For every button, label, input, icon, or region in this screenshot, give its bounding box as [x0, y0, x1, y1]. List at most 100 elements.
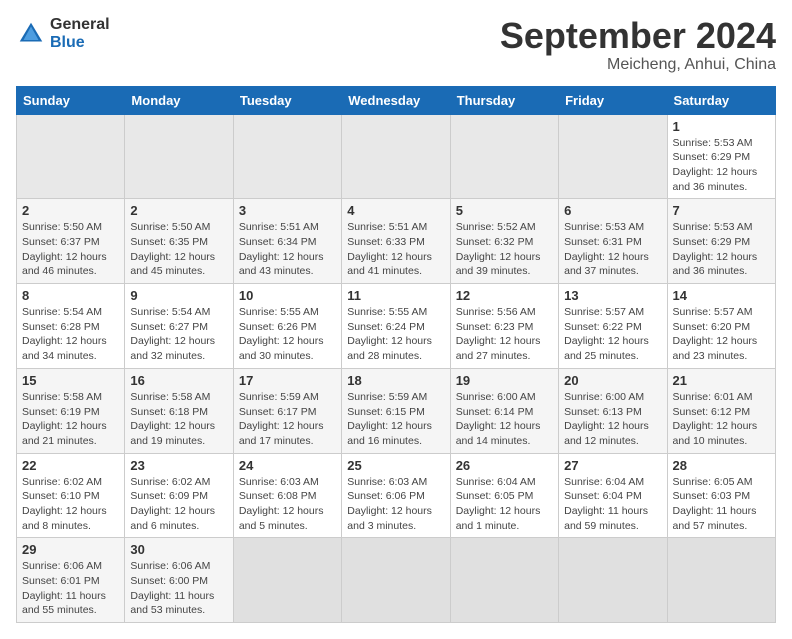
- day-number: 17: [239, 373, 336, 388]
- day-info: Sunrise: 5:56 AMSunset: 6:23 PMDaylight:…: [456, 305, 553, 364]
- calendar-cell: 26Sunrise: 6:04 AMSunset: 6:05 PMDayligh…: [450, 453, 558, 538]
- day-info: Sunrise: 6:03 AMSunset: 6:06 PMDaylight:…: [347, 475, 444, 534]
- title-block: September 2024 Meicheng, Anhui, China: [500, 16, 776, 74]
- day-number: 18: [347, 373, 444, 388]
- day-number: 28: [673, 458, 770, 473]
- day-info: Sunrise: 6:03 AMSunset: 6:08 PMDaylight:…: [239, 475, 336, 534]
- day-number: 27: [564, 458, 661, 473]
- day-number: 15: [22, 373, 119, 388]
- day-number: 2: [130, 203, 227, 218]
- logo-text: General Blue: [50, 16, 110, 51]
- calendar-cell: [559, 538, 667, 623]
- logo: General Blue: [16, 16, 110, 51]
- day-number: 6: [564, 203, 661, 218]
- calendar-cell: 29 Sunrise: 6:06 AMSunset: 6:01 PMDayligh…: [17, 538, 125, 623]
- calendar-cell: 9 Sunrise: 5:54 AMSunset: 6:27 PMDaylight…: [125, 284, 233, 369]
- day-number: 10: [239, 288, 336, 303]
- logo-icon: [16, 19, 46, 49]
- day-info: Sunrise: 6:01 AMSunset: 6:12 PMDaylight:…: [673, 390, 770, 449]
- day-info: Sunrise: 5:54 AMSunset: 6:27 PMDaylight:…: [130, 305, 227, 364]
- calendar-cell: 11Sunrise: 5:55 AMSunset: 6:24 PMDayligh…: [342, 284, 450, 369]
- day-info: Sunrise: 5:57 AMSunset: 6:20 PMDaylight:…: [673, 305, 770, 364]
- calendar-cell: 10Sunrise: 5:55 AMSunset: 6:26 PMDayligh…: [233, 284, 341, 369]
- calendar-row: 29 Sunrise: 6:06 AMSunset: 6:01 PMDayligh…: [17, 538, 776, 623]
- day-number: 8: [22, 288, 119, 303]
- day-number: 30: [130, 542, 227, 557]
- calendar-cell: 3 Sunrise: 5:51 AMSunset: 6:34 PMDaylight…: [233, 199, 341, 284]
- day-info: Sunrise: 5:58 AMSunset: 6:19 PMDaylight:…: [22, 390, 119, 449]
- page-header: General Blue September 2024 Meicheng, An…: [16, 16, 776, 74]
- calendar-row: 8 Sunrise: 5:54 AMSunset: 6:28 PMDaylight…: [17, 284, 776, 369]
- day-info: Sunrise: 5:59 AMSunset: 6:15 PMDaylight:…: [347, 390, 444, 449]
- day-info: Sunrise: 5:54 AMSunset: 6:28 PMDaylight:…: [22, 305, 119, 364]
- day-info: Sunrise: 5:57 AMSunset: 6:22 PMDaylight:…: [564, 305, 661, 364]
- calendar-header-row: Sunday Monday Tuesday Wednesday Thursday…: [17, 86, 776, 114]
- day-number: 3: [239, 203, 336, 218]
- calendar-row: 15 Sunrise: 5:58 AMSunset: 6:19 PMDayligh…: [17, 368, 776, 453]
- col-thursday: Thursday: [450, 86, 558, 114]
- day-number: 14: [673, 288, 770, 303]
- calendar-cell: 8 Sunrise: 5:54 AMSunset: 6:28 PMDaylight…: [17, 284, 125, 369]
- calendar-row: 2 Sunrise: 5:50 AMSunset: 6:37 PMDaylight…: [17, 199, 776, 284]
- calendar-cell: 13 Sunrise: 5:57 AMSunset: 6:22 PMDayligh…: [559, 284, 667, 369]
- day-info: Sunrise: 5:53 AMSunset: 6:31 PMDaylight:…: [564, 220, 661, 279]
- month-title: September 2024: [500, 16, 776, 56]
- calendar-cell: 2Sunrise: 5:50 AMSunset: 6:37 PMDaylight…: [17, 199, 125, 284]
- calendar-cell: 28 Sunrise: 6:05 AMSunset: 6:03 PMDayligh…: [667, 453, 775, 538]
- calendar-cell: 7Sunrise: 5:53 AMSunset: 6:29 PMDaylight…: [667, 199, 775, 284]
- calendar-cell: 27Sunrise: 6:04 AMSunset: 6:04 PMDayligh…: [559, 453, 667, 538]
- day-info: Sunrise: 5:51 AMSunset: 6:33 PMDaylight:…: [347, 220, 444, 279]
- day-number: 25: [347, 458, 444, 473]
- calendar-cell: 15 Sunrise: 5:58 AMSunset: 6:19 PMDayligh…: [17, 368, 125, 453]
- day-info: Sunrise: 5:52 AMSunset: 6:32 PMDaylight:…: [456, 220, 553, 279]
- calendar-cell: 2 Sunrise: 5:50 AMSunset: 6:35 PMDaylight…: [125, 199, 233, 284]
- calendar-cell: [342, 538, 450, 623]
- calendar-cell: 1Sunrise: 5:53 AMSunset: 6:29 PMDaylight…: [667, 114, 775, 199]
- calendar-cell: 20Sunrise: 6:00 AMSunset: 6:13 PMDayligh…: [559, 368, 667, 453]
- calendar-cell: 25 Sunrise: 6:03 AMSunset: 6:06 PMDayligh…: [342, 453, 450, 538]
- logo-blue-label: Blue: [50, 34, 110, 52]
- calendar-cell: [17, 114, 125, 199]
- calendar-cell: [233, 114, 341, 199]
- calendar-cell: [559, 114, 667, 199]
- calendar-cell: 22Sunrise: 6:02 AMSunset: 6:10 PMDayligh…: [17, 453, 125, 538]
- calendar-table: Sunday Monday Tuesday Wednesday Thursday…: [16, 86, 776, 624]
- day-info: Sunrise: 5:58 AMSunset: 6:18 PMDaylight:…: [130, 390, 227, 449]
- day-info: Sunrise: 6:00 AMSunset: 6:13 PMDaylight:…: [564, 390, 661, 449]
- day-info: Sunrise: 5:53 AMSunset: 6:29 PMDaylight:…: [673, 136, 770, 195]
- calendar-cell: [667, 538, 775, 623]
- col-saturday: Saturday: [667, 86, 775, 114]
- calendar-cell: 19 Sunrise: 6:00 AMSunset: 6:14 PMDayligh…: [450, 368, 558, 453]
- day-number: 13: [564, 288, 661, 303]
- day-number: 7: [673, 203, 770, 218]
- day-number: 29: [22, 542, 119, 557]
- calendar-cell: 12 Sunrise: 5:56 AMSunset: 6:23 PMDayligh…: [450, 284, 558, 369]
- location-label: Meicheng, Anhui, China: [500, 56, 776, 74]
- col-wednesday: Wednesday: [342, 86, 450, 114]
- day-info: Sunrise: 6:05 AMSunset: 6:03 PMDaylight:…: [673, 475, 770, 534]
- day-info: Sunrise: 6:02 AMSunset: 6:10 PMDaylight:…: [22, 475, 119, 534]
- logo-general-label: General: [50, 16, 110, 34]
- day-info: Sunrise: 5:50 AMSunset: 6:35 PMDaylight:…: [130, 220, 227, 279]
- calendar-cell: 14 Sunrise: 5:57 AMSunset: 6:20 PMDayligh…: [667, 284, 775, 369]
- calendar-cell: 18 Sunrise: 5:59 AMSunset: 6:15 PMDayligh…: [342, 368, 450, 453]
- calendar-cell: 4 Sunrise: 5:51 AMSunset: 6:33 PMDaylight…: [342, 199, 450, 284]
- calendar-cell: [342, 114, 450, 199]
- calendar-cell: 21Sunrise: 6:01 AMSunset: 6:12 PMDayligh…: [667, 368, 775, 453]
- day-number: 19: [456, 373, 553, 388]
- col-monday: Monday: [125, 86, 233, 114]
- day-number: 23: [130, 458, 227, 473]
- day-info: Sunrise: 6:06 AMSunset: 6:01 PMDaylight:…: [22, 559, 119, 618]
- day-number: 16: [130, 373, 227, 388]
- day-info: Sunrise: 5:50 AMSunset: 6:37 PMDaylight:…: [22, 220, 119, 279]
- col-friday: Friday: [559, 86, 667, 114]
- calendar-row: 1Sunrise: 5:53 AMSunset: 6:29 PMDaylight…: [17, 114, 776, 199]
- day-number: 12: [456, 288, 553, 303]
- day-info: Sunrise: 5:51 AMSunset: 6:34 PMDaylight:…: [239, 220, 336, 279]
- calendar-cell: 5Sunrise: 5:52 AMSunset: 6:32 PMDaylight…: [450, 199, 558, 284]
- day-number: 24: [239, 458, 336, 473]
- day-number: 4: [347, 203, 444, 218]
- day-number: 9: [130, 288, 227, 303]
- calendar-cell: 6 Sunrise: 5:53 AMSunset: 6:31 PMDaylight…: [559, 199, 667, 284]
- day-info: Sunrise: 6:00 AMSunset: 6:14 PMDaylight:…: [456, 390, 553, 449]
